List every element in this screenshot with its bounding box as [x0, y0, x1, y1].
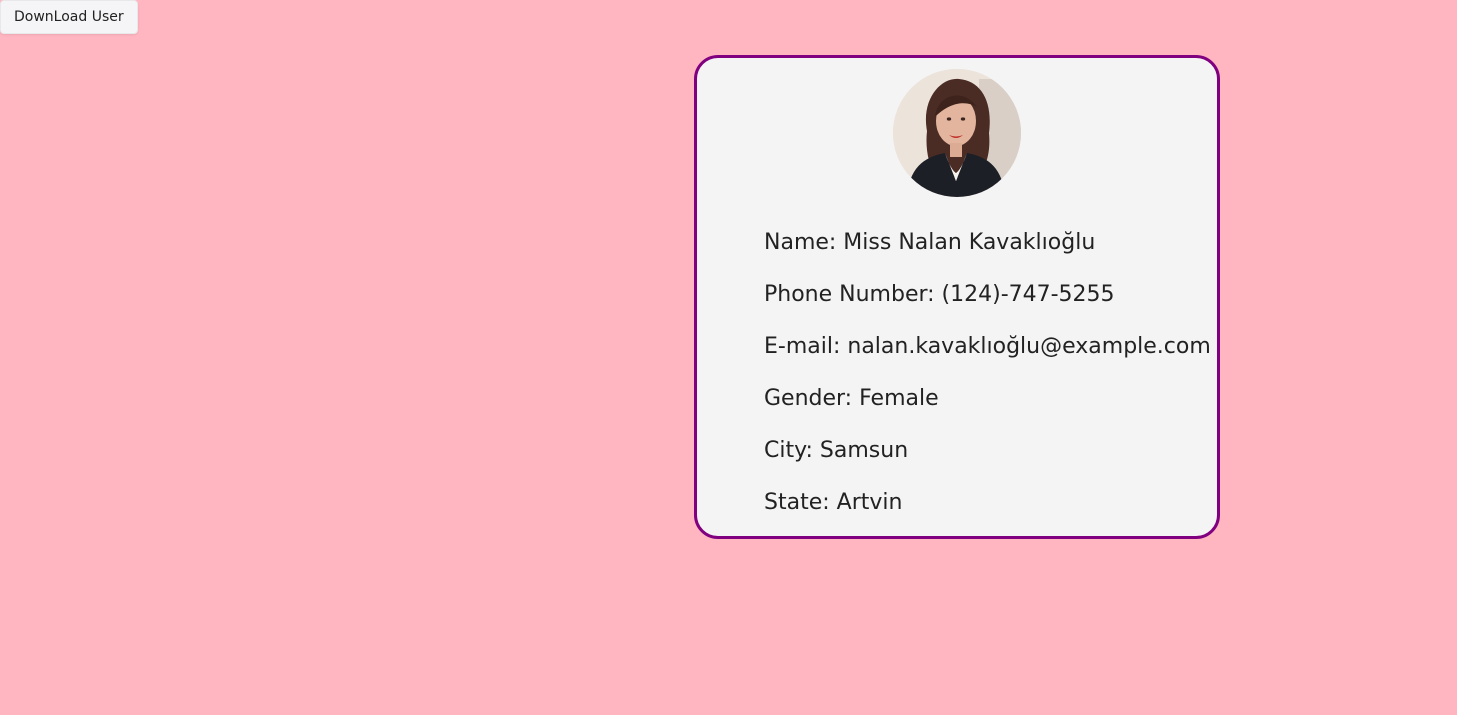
user-city: City: Samsun	[764, 438, 909, 463]
download-user-button[interactable]: DownLoad User	[0, 0, 138, 34]
user-phone: Phone Number: (124)-747-5255	[764, 282, 1115, 307]
user-avatar	[893, 69, 1021, 197]
user-photo-icon	[893, 69, 1021, 197]
user-details-list: Name: Miss Nalan Kavaklıoğlu Phone Numbe…	[764, 228, 1211, 540]
user-state: State: Artvin	[764, 490, 903, 515]
user-email: E-mail: nalan.kavaklıoğlu@example.com	[764, 334, 1211, 359]
user-name: Name: Miss Nalan Kavaklıoğlu	[764, 230, 1096, 255]
user-gender: Gender: Female	[764, 386, 939, 411]
user-card: Name: Miss Nalan Kavaklıoğlu Phone Numbe…	[694, 55, 1220, 539]
